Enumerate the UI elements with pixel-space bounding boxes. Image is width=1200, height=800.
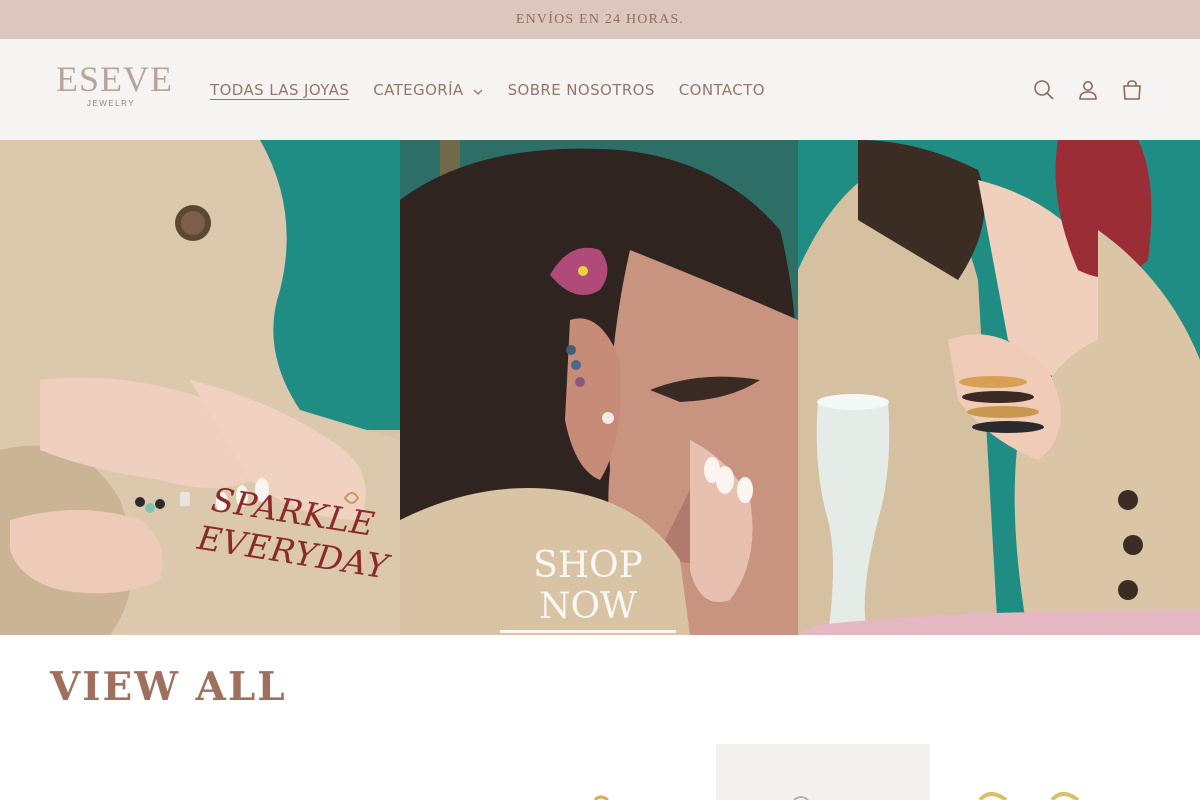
nav-item-label: TODAS LAS JOYAS [210,80,350,99]
product-card[interactable] [716,744,930,800]
header-icons [1012,39,1144,140]
hero-panel-bracelets [798,140,1200,635]
brand-name: ESEVE [56,59,173,99]
product-image [593,795,609,800]
nav-item-label: CATEGORÍA [373,80,464,99]
product-card[interactable] [940,744,1154,800]
hero-banner: SPARKLE EVERYDAY SHOP NOW [0,140,1200,635]
main-nav: TODAS LAS JOYAS CATEGORÍA SOBRE NOSOTROS… [210,39,789,140]
nav-item-label: SOBRE NOSOTROS [507,80,655,99]
shop-now-button[interactable]: SHOP NOW [500,545,676,633]
account-icon[interactable] [1076,78,1100,102]
brand-subtitle: JEWELRY [86,99,136,108]
chevron-down-icon [472,84,484,96]
cart-icon[interactable] [1120,78,1144,102]
hero-image-bracelets [798,140,1200,635]
search-icon[interactable] [1032,78,1056,102]
product-card[interactable] [500,744,700,800]
nav-item-sobre-nosotros[interactable]: SOBRE NOSOTROS [508,81,655,99]
nav-item-categoria[interactable]: CATEGORÍA [373,81,483,99]
nav-item-label: CONTACTO [678,80,765,99]
section-title: VIEW ALL [50,664,287,710]
announcement-bar: ENVÍOS EN 24 HORAS. [0,0,1200,39]
hero-panel-hands: SPARKLE EVERYDAY [0,140,400,635]
nav-item-contacto[interactable]: CONTACTO [679,81,765,99]
product-card[interactable] [50,744,264,800]
hero-panel-ear: SHOP NOW [400,140,798,635]
product-image [978,792,1080,800]
nav-item-todas-las-joyas[interactable]: TODAS LAS JOYAS [210,81,349,99]
site-header: ESEVE JEWELRY TODAS LAS JOYAS CATEGORÍA … [0,39,1200,140]
announcement-text: ENVÍOS EN 24 HORAS. [515,11,685,27]
product-image [793,796,809,800]
brand-logo[interactable]: ESEVE JEWELRY [56,59,173,112]
product-grid [0,744,1200,800]
